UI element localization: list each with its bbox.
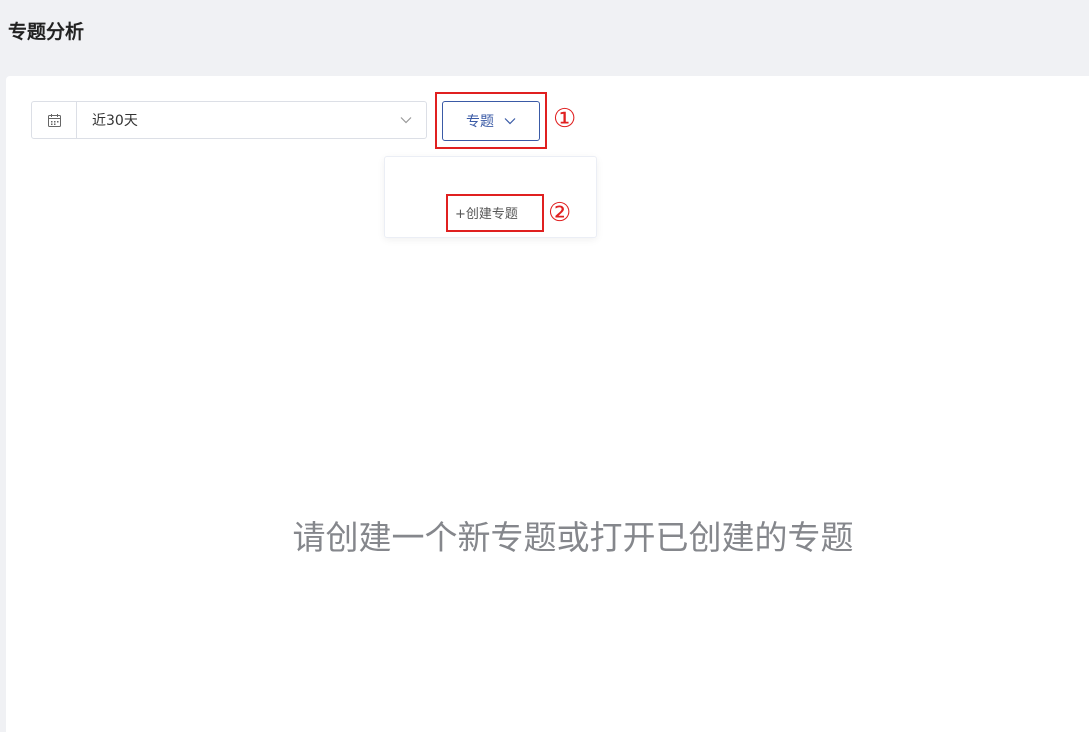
annotation-marker-2: ②: [548, 198, 572, 228]
calendar-icon: [32, 102, 77, 138]
topic-select-label: 专题: [466, 114, 494, 130]
date-range-picker[interactable]: 近30天: [31, 101, 427, 139]
chevron-down-icon: [386, 116, 426, 124]
page-title: 专题分析: [8, 21, 85, 43]
main-panel: 近30天 专题 ① +创建专题 ② 请创建一个新专题或打开已创建的专题: [6, 76, 1089, 732]
date-range-value: 近30天: [92, 113, 138, 129]
topic-select-button[interactable]: 专题: [442, 101, 540, 141]
create-topic-button[interactable]: +创建专题: [455, 205, 518, 225]
chevron-down-icon: [504, 113, 516, 129]
empty-state-message: 请创建一个新专题或打开已创建的专题: [292, 518, 854, 557]
annotation-marker-1: ①: [553, 104, 577, 134]
